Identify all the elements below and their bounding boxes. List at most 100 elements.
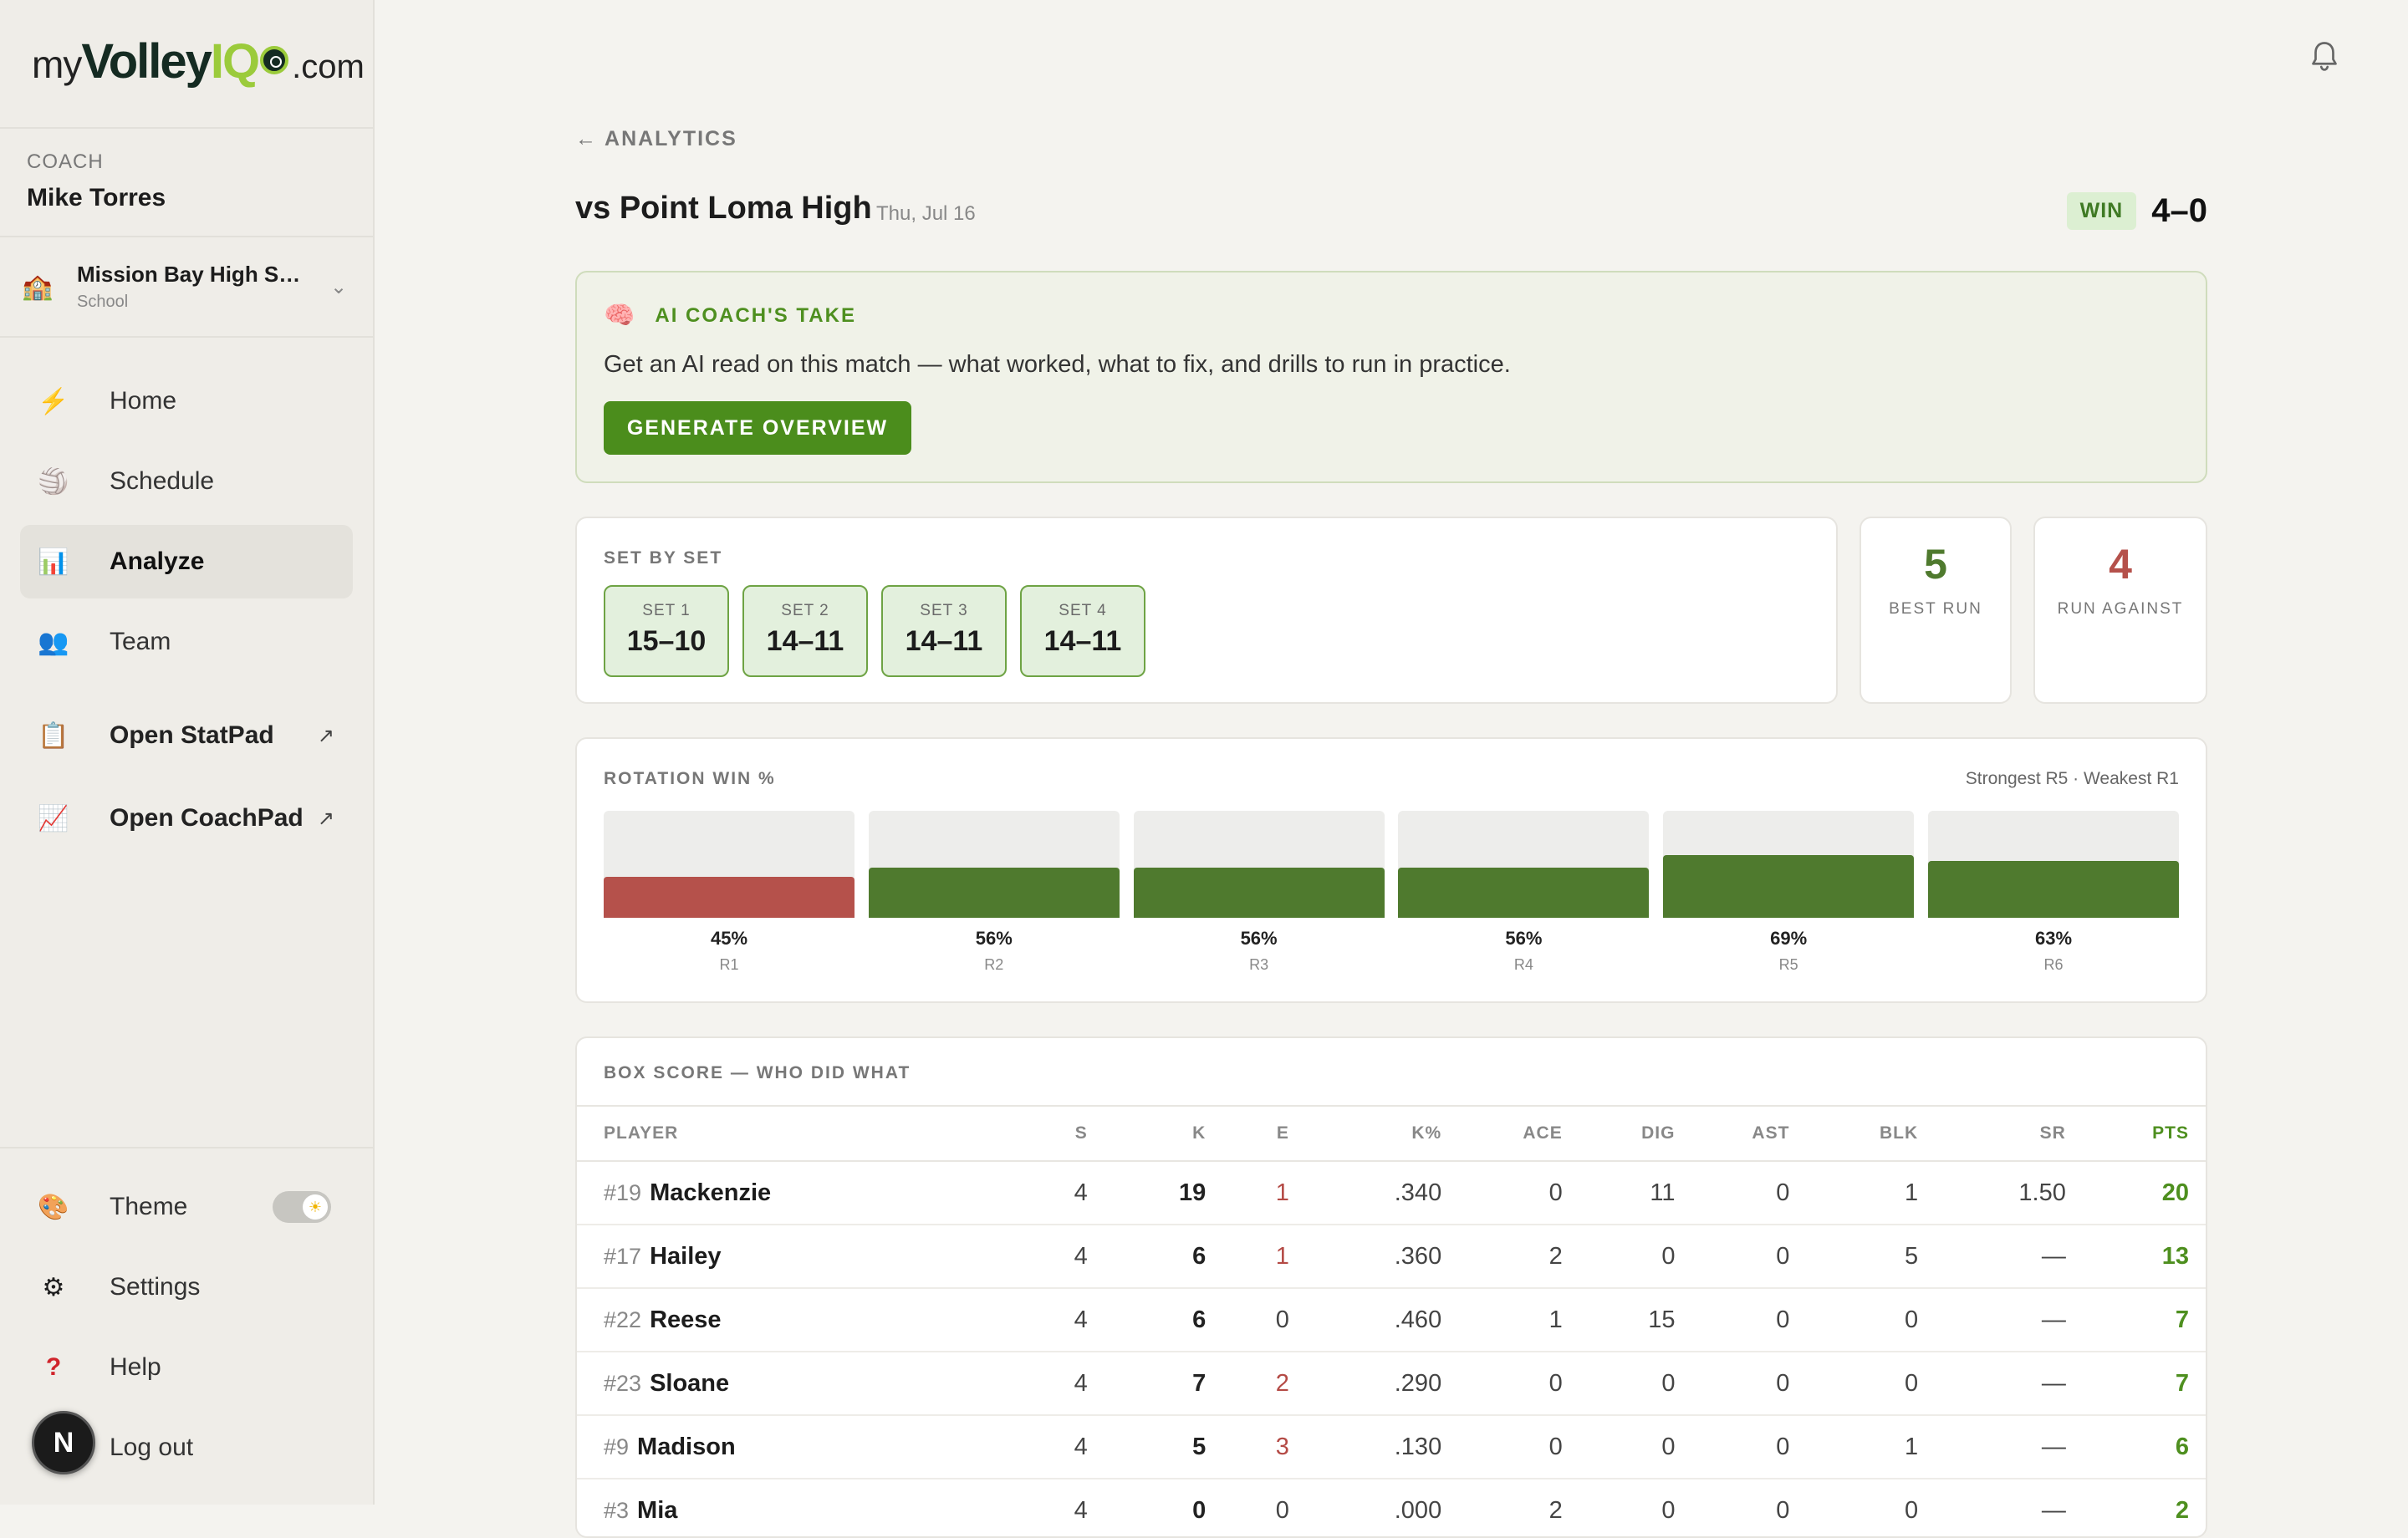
stat-sr: —	[1919, 1225, 2067, 1289]
stat-e: 3	[1207, 1415, 1290, 1479]
rotation-bar	[604, 877, 855, 918]
rotation-name: R3	[1249, 956, 1269, 973]
table-row[interactable]: #23 Sloane 4 7 2.290 0 0 0 0—7	[577, 1352, 2206, 1416]
player-number: #19	[604, 1179, 642, 1205]
set-by-set-label: SET BY SET	[604, 548, 723, 568]
bell-icon[interactable]	[2309, 40, 2339, 74]
stat-s: 4	[1009, 1352, 1089, 1416]
col-sr[interactable]: SR	[1919, 1105, 2067, 1162]
stat-dig: 11	[1563, 1161, 1676, 1225]
rotation-name: R1	[719, 956, 739, 973]
stat-e: 2	[1207, 1352, 1290, 1416]
generate-overview-button[interactable]: GENERATE OVERVIEW	[604, 401, 911, 455]
col-ace[interactable]: ACE	[1442, 1105, 1564, 1162]
match-result: WIN 4–0	[2066, 192, 2207, 230]
back-to-analytics-link[interactable]: ← ANALYTICS	[575, 127, 737, 151]
set-label: SET 3	[920, 602, 968, 619]
player-number: #22	[604, 1306, 642, 1332]
open-coachpad-link[interactable]: 📈 Open CoachPad ↗	[20, 782, 353, 855]
box-score-table: PLAYER S K E K% ACE DIG AST BLK SR PTS #…	[577, 1105, 2206, 1536]
col-kpct[interactable]: K%	[1289, 1105, 1443, 1162]
table-row[interactable]: #19 Mackenzie 4 19 1.340 0 11 0 1 1.50 20	[577, 1161, 2206, 1225]
run-against-label: RUN AGAINST	[2057, 600, 2184, 618]
theme-toggle[interactable]: ☀	[273, 1191, 331, 1223]
stat-k: 6	[1088, 1225, 1207, 1289]
nav-settings[interactable]: ⚙ Settings	[20, 1250, 353, 1324]
rotation-bar-track	[868, 811, 1120, 918]
rotation-column: 56% R2	[868, 811, 1120, 974]
stat-e: 0	[1207, 1479, 1290, 1536]
match-title: vs Point Loma High	[575, 191, 872, 226]
col-s[interactable]: S	[1009, 1105, 1089, 1162]
stat-s: 4	[1009, 1479, 1089, 1536]
rotation-bar	[868, 867, 1120, 918]
chevron-down-icon: ⌄	[329, 275, 348, 298]
box-score-card: BOX SCORE — WHO DID WHAT PLAYER S K E K%…	[575, 1036, 2207, 1538]
stat-kpct: .290	[1289, 1352, 1443, 1416]
col-ast[interactable]: AST	[1676, 1105, 1791, 1162]
table-row[interactable]: #3 Mia 4 0 0.000 2 0 0 0—2	[577, 1479, 2206, 1536]
rotation-bar	[1398, 867, 1650, 918]
nav-schedule[interactable]: 🏐 Schedule	[20, 445, 353, 518]
nav-settings-label: Settings	[110, 1273, 201, 1301]
stat-s: 4	[1009, 1161, 1089, 1225]
clipboard-icon: 📋	[38, 721, 69, 750]
logo-iq: IQ	[210, 34, 260, 89]
rotation-bar	[1928, 860, 2179, 918]
nav-analyze-label: Analyze	[110, 547, 205, 575]
stat-dig: 0	[1563, 1479, 1676, 1536]
col-e[interactable]: E	[1207, 1105, 1290, 1162]
rotation-pct: 56%	[975, 928, 1013, 949]
open-statpad-link[interactable]: 📋 Open StatPad ↗	[20, 699, 353, 772]
col-dig[interactable]: DIG	[1563, 1105, 1676, 1162]
stat-sr: 1.50	[1919, 1161, 2067, 1225]
school-selector[interactable]: 🏫 Mission Bay High School School ⌄	[17, 251, 351, 323]
avatar[interactable]: N	[32, 1411, 95, 1474]
rotation-column: 56% R3	[1133, 811, 1385, 974]
rotation-bar	[1663, 855, 1915, 918]
nav-home[interactable]: ⚡ Home	[20, 364, 353, 438]
col-k[interactable]: K	[1088, 1105, 1207, 1162]
rotation-pct: 63%	[2034, 928, 2073, 949]
stat-sr: —	[1919, 1479, 2067, 1536]
stat-ace: 2	[1442, 1479, 1564, 1536]
theme-label: Theme	[110, 1193, 188, 1220]
rotation-name: R2	[984, 956, 1004, 973]
stat-s: 4	[1009, 1415, 1089, 1479]
set-score-box: SET 1 15–10	[604, 585, 729, 677]
table-row[interactable]: #17 Hailey 4 6 1.360 2 0 0 5—13	[577, 1225, 2206, 1289]
stat-ace: 0	[1442, 1352, 1564, 1416]
player-cell: #22 Reese	[577, 1288, 1010, 1352]
palette-icon: 🎨	[38, 1193, 69, 1221]
table-row[interactable]: #9 Madison 4 5 3.130 0 0 0 1—6	[577, 1415, 2206, 1479]
nav-home-label: Home	[110, 387, 177, 415]
gear-icon: ⚙	[42, 1273, 65, 1301]
player-number: #23	[604, 1370, 642, 1396]
logo-my: my	[32, 43, 82, 86]
table-row[interactable]: #22 Reese 4 6 0.460 1 15 0 0—7	[577, 1288, 2206, 1352]
stat-dig: 0	[1563, 1352, 1676, 1416]
stat-sr: —	[1919, 1288, 2067, 1352]
col-player[interactable]: PLAYER	[577, 1105, 1010, 1162]
nav-help[interactable]: ? Help	[20, 1331, 353, 1404]
set-score: 14–11	[1043, 625, 1122, 657]
col-blk[interactable]: BLK	[1790, 1105, 1920, 1162]
divider	[0, 336, 373, 338]
col-pts[interactable]: PTS	[2066, 1105, 2206, 1162]
stat-ast: 0	[1676, 1288, 1791, 1352]
stat-k: 0	[1088, 1479, 1207, 1536]
stat-pts: 6	[2066, 1415, 2206, 1479]
logo[interactable]: my Volley IQ .com	[32, 33, 365, 92]
stat-s: 4	[1009, 1288, 1089, 1352]
player-name: Mia	[637, 1496, 678, 1524]
player-name: Reese	[650, 1306, 722, 1333]
player-number: #17	[604, 1243, 642, 1269]
set-score: 14–11	[766, 625, 844, 657]
question-icon: ?	[45, 1353, 62, 1381]
set-score-box: SET 3 14–11	[881, 585, 1007, 677]
nav-analyze[interactable]: 📊 Analyze	[20, 525, 353, 598]
stat-blk: 0	[1790, 1288, 1920, 1352]
nav-team[interactable]: 👥 Team	[20, 605, 353, 679]
rotation-bar-track	[1928, 811, 2179, 918]
team-icon: 👥	[38, 628, 69, 656]
